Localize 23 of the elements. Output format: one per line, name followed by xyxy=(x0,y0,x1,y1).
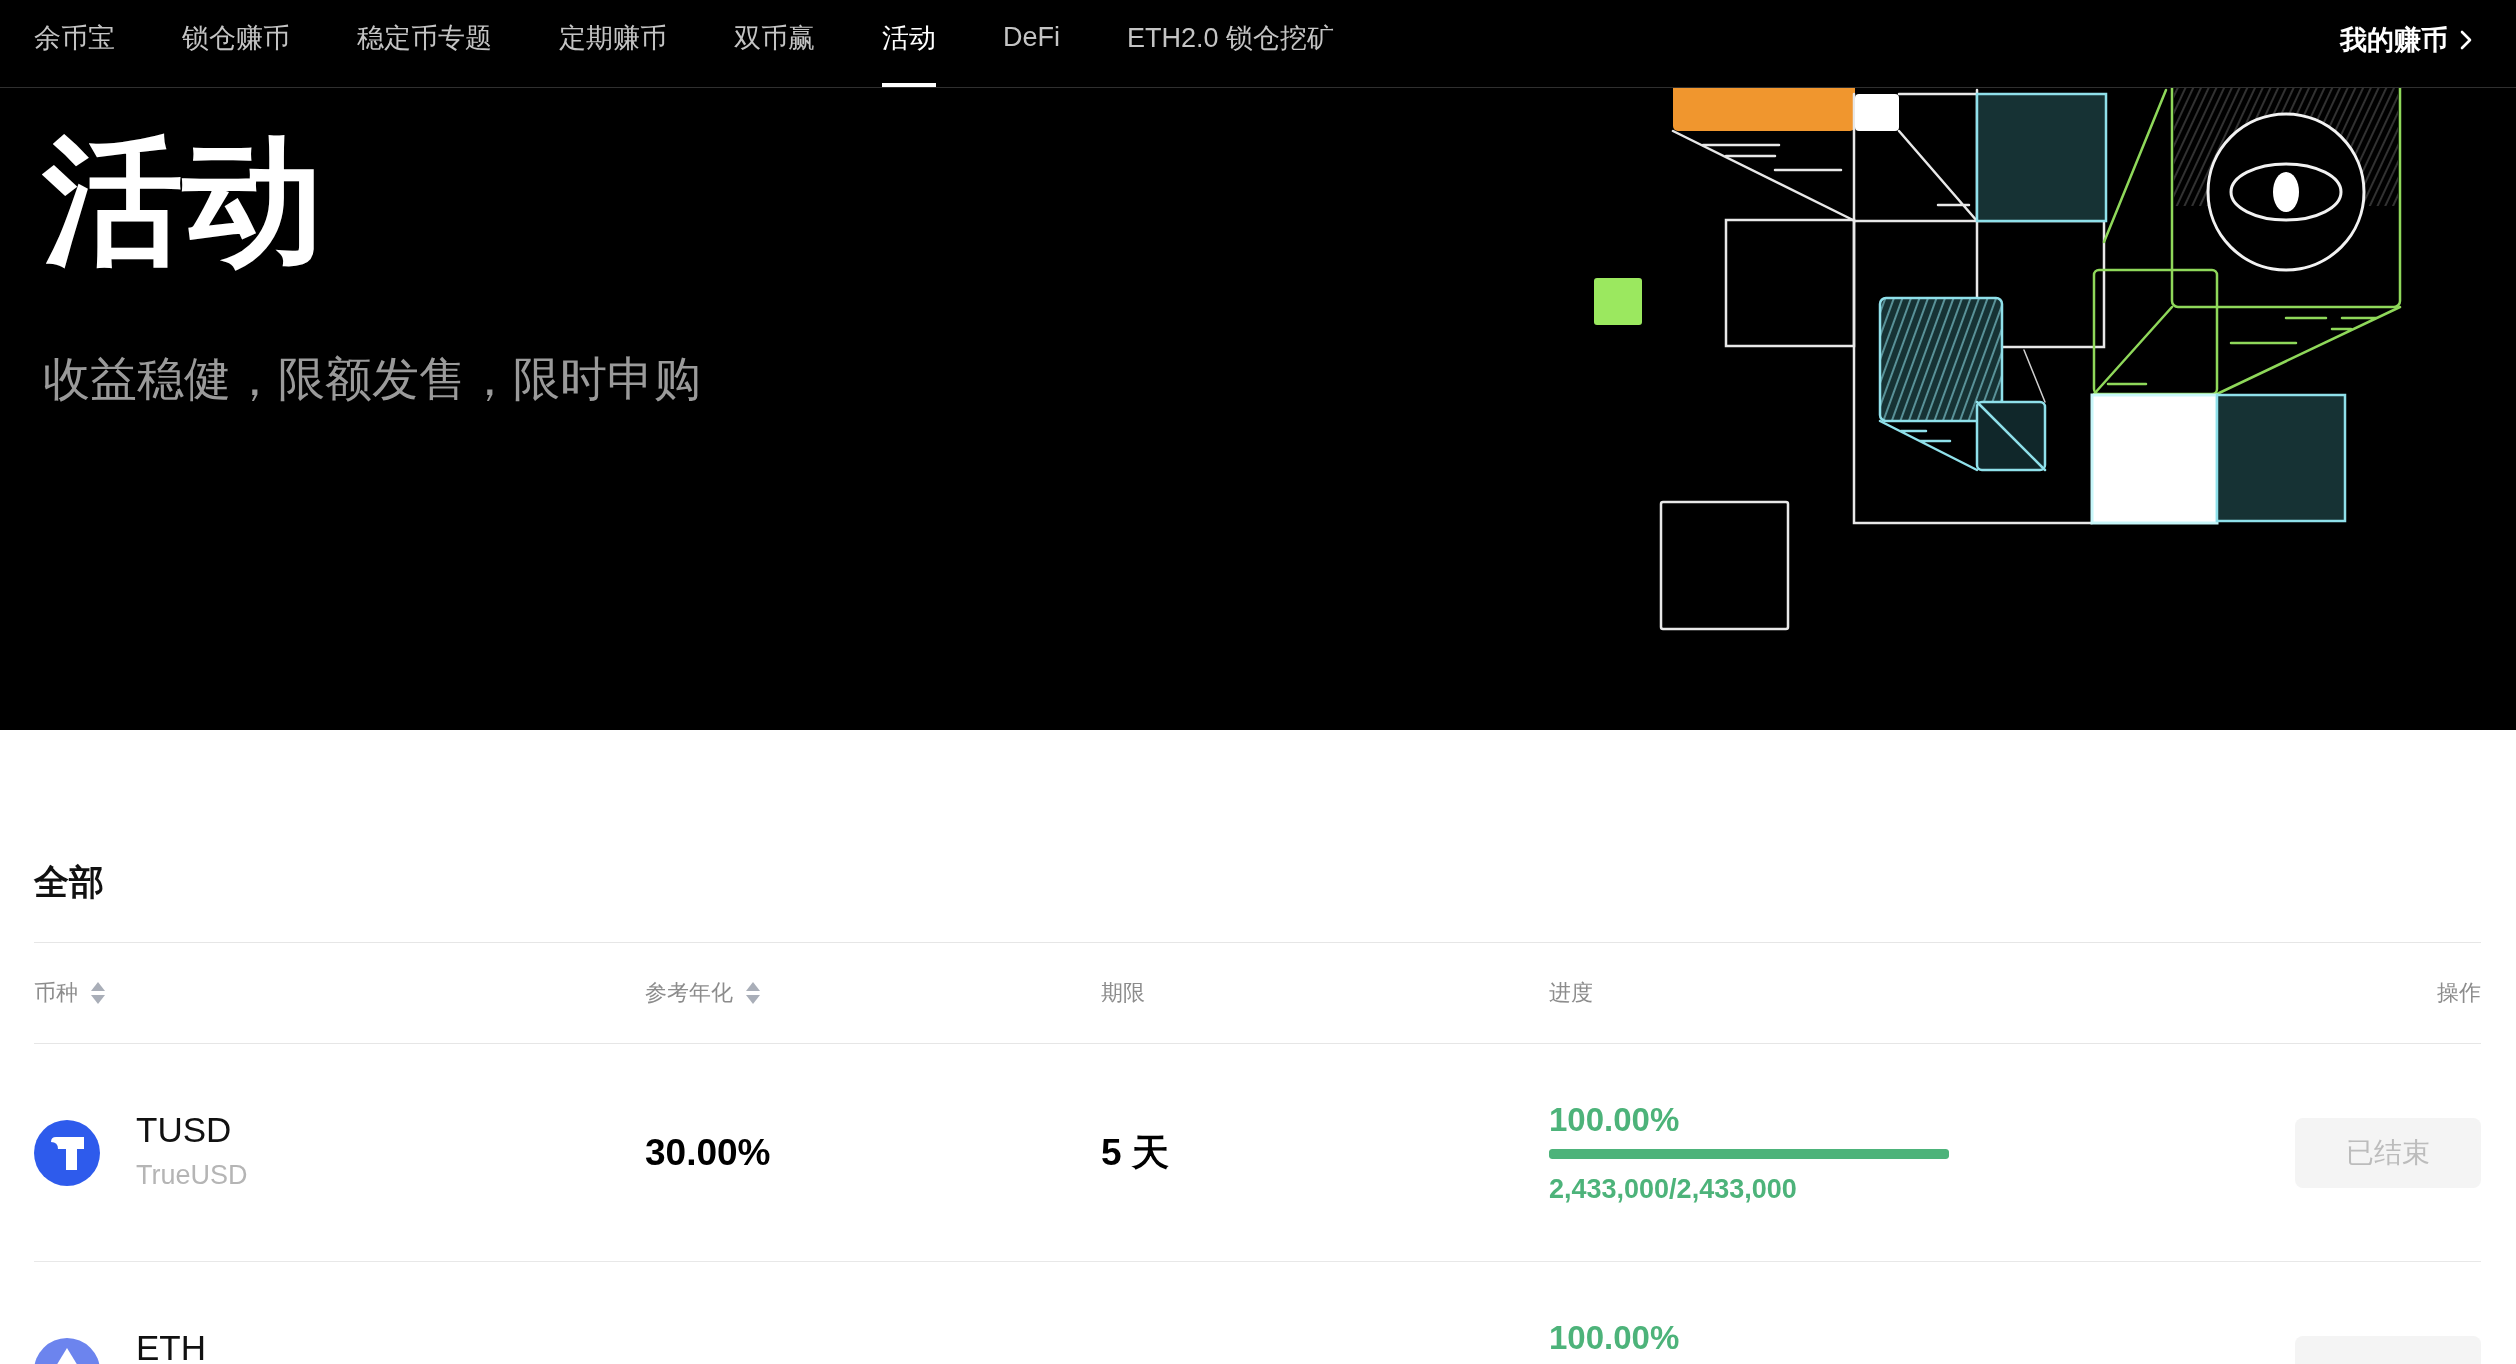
progress-percent: 100.00% xyxy=(1549,1318,1680,1358)
nav-tab[interactable]: 锁仓赚币 xyxy=(182,0,290,87)
nav-tab[interactable]: 余币宝 xyxy=(34,0,115,87)
progress-amount: 2,433,000/2,433,000 xyxy=(1549,1173,1797,1205)
my-earnings-link[interactable]: 我的赚币 xyxy=(2340,0,2472,87)
coin-name: TrueUSD xyxy=(136,1159,248,1191)
nav-tab[interactable]: DeFi xyxy=(1003,0,1060,87)
coin-symbol: TUSD xyxy=(136,1115,232,1145)
column-header: 进度 xyxy=(1549,979,1593,1007)
column-header: 期限 xyxy=(1101,979,1145,1007)
progress-percent: 100.00% xyxy=(1549,1100,1680,1140)
column-header: 操作 xyxy=(2437,979,2481,1007)
chevron-right-icon xyxy=(2460,29,2472,50)
annual-rate: 30.00% xyxy=(645,1131,771,1174)
section-title: 全部 xyxy=(34,864,104,899)
coin-symbol: ETH xyxy=(136,1333,206,1363)
hero-subtitle: 收益稳健，限额发售，限时申购 xyxy=(43,355,701,402)
nav-tab[interactable]: ETH2.0 锁仓挖矿 xyxy=(1127,0,1335,87)
term-value: 5 天 xyxy=(1101,1130,1169,1175)
nav-tab[interactable]: 稳定币专题 xyxy=(357,0,492,87)
nav-tab[interactable]: 定期赚币 xyxy=(559,0,667,87)
hero-title: 活动 xyxy=(43,131,323,271)
nav-tab[interactable]: 双币赢 xyxy=(734,0,815,87)
